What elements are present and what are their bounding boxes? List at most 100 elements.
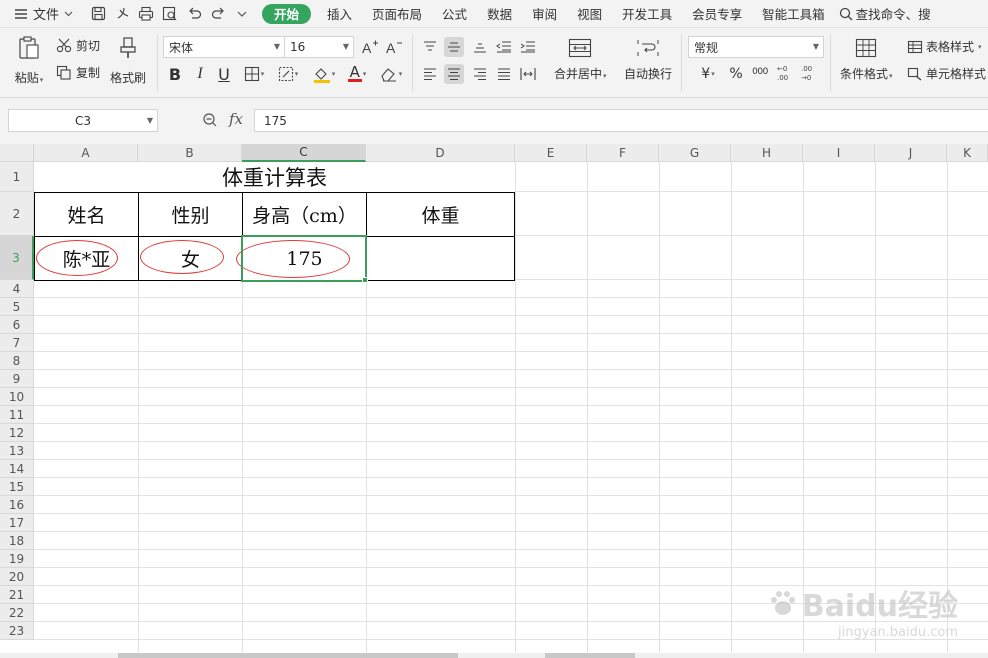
thousands-separator-button[interactable]: 000 bbox=[750, 62, 770, 82]
column-header-f[interactable]: F bbox=[587, 144, 659, 162]
sheet-title-cell[interactable]: 体重计算表 bbox=[34, 162, 515, 192]
underline-button[interactable]: U bbox=[214, 64, 234, 84]
percent-button[interactable]: % bbox=[726, 64, 746, 84]
row-header[interactable]: 12 bbox=[0, 424, 34, 442]
row-header[interactable]: 1 bbox=[0, 162, 34, 192]
tab-smart-toolbox[interactable]: 智能工具箱 bbox=[752, 0, 835, 28]
insert-function-button[interactable]: fx bbox=[229, 110, 243, 128]
tab-insert[interactable]: 插入 bbox=[317, 0, 362, 28]
tab-formulas[interactable]: 公式 bbox=[432, 0, 477, 28]
redo-icon[interactable] bbox=[208, 4, 228, 24]
row-header[interactable]: 18 bbox=[0, 532, 34, 550]
row-header[interactable]: 20 bbox=[0, 568, 34, 586]
scrollbar-thumb[interactable] bbox=[118, 653, 458, 658]
tab-member[interactable]: 会员专享 bbox=[682, 0, 752, 28]
row-header[interactable]: 16 bbox=[0, 496, 34, 514]
decrease-indent-icon[interactable] bbox=[494, 37, 514, 57]
decrease-font-size-icon[interactable]: A bbox=[384, 37, 404, 57]
column-header-d[interactable]: D bbox=[366, 144, 515, 162]
quick-access-more-icon[interactable] bbox=[232, 4, 252, 24]
fill-color-icon[interactable]: ▾ bbox=[309, 64, 339, 84]
column-header-b[interactable]: B bbox=[138, 144, 242, 162]
column-header-c[interactable]: C bbox=[242, 144, 366, 162]
copy-button[interactable]: 复制 bbox=[56, 64, 100, 81]
row-header[interactable]: 6 bbox=[0, 316, 34, 334]
select-all-corner[interactable] bbox=[0, 144, 34, 162]
undo-icon[interactable] bbox=[184, 4, 204, 24]
export-pdf-icon[interactable] bbox=[112, 4, 132, 24]
fill-pattern-icon[interactable]: ▾ bbox=[274, 64, 302, 84]
align-right-icon[interactable] bbox=[470, 64, 490, 84]
justify-icon[interactable] bbox=[494, 64, 514, 84]
paste-button[interactable]: 粘贴▾ bbox=[12, 36, 46, 86]
row-header[interactable]: 23 bbox=[0, 622, 34, 640]
tab-home[interactable]: 开始 bbox=[262, 3, 312, 24]
row-header[interactable]: 4 bbox=[0, 280, 34, 298]
decrease-decimal-icon[interactable]: .00 →0 bbox=[800, 63, 820, 83]
column-header-k[interactable]: K bbox=[947, 144, 988, 162]
tab-view[interactable]: 视图 bbox=[567, 0, 612, 28]
header-cell-gender[interactable]: 性别 bbox=[138, 192, 243, 237]
horizontal-scrollbar[interactable] bbox=[0, 653, 988, 658]
column-header-e[interactable]: E bbox=[515, 144, 587, 162]
cell-style-button[interactable]: 单元格样式 bbox=[907, 65, 986, 82]
row-header[interactable]: 11 bbox=[0, 406, 34, 424]
file-menu[interactable]: 文件 bbox=[0, 0, 86, 28]
format-painter-button[interactable]: 格式刷 bbox=[110, 36, 146, 86]
header-cell-height[interactable]: 身高（cm） bbox=[242, 192, 367, 237]
zoom-formula-icon[interactable] bbox=[202, 112, 218, 128]
row-header[interactable]: 21 bbox=[0, 586, 34, 604]
fill-handle[interactable] bbox=[362, 277, 368, 283]
tab-developer[interactable]: 开发工具 bbox=[612, 0, 682, 28]
row-header[interactable]: 19 bbox=[0, 550, 34, 568]
distributed-align-icon[interactable] bbox=[518, 64, 538, 84]
increase-font-size-icon[interactable]: A bbox=[360, 37, 380, 57]
column-header-h[interactable]: H bbox=[731, 144, 803, 162]
merge-center-button[interactable]: 合并居中▾ bbox=[554, 38, 607, 82]
increase-indent-icon[interactable] bbox=[518, 37, 538, 57]
row-header[interactable]: 13 bbox=[0, 442, 34, 460]
table-style-button[interactable]: 表格样式 ▾ bbox=[907, 38, 982, 55]
column-header-j[interactable]: J bbox=[875, 144, 947, 162]
formula-input[interactable]: 175 bbox=[254, 109, 988, 132]
align-bottom-icon[interactable] bbox=[470, 37, 490, 57]
clear-format-icon[interactable]: ▾ bbox=[376, 64, 406, 84]
command-search[interactable]: 查找命令、搜 bbox=[839, 0, 931, 28]
row-header[interactable]: 10 bbox=[0, 388, 34, 406]
row-header[interactable]: 7 bbox=[0, 334, 34, 352]
tab-page-layout[interactable]: 页面布局 bbox=[362, 0, 432, 28]
row-header[interactable]: 8 bbox=[0, 352, 34, 370]
column-header-i[interactable]: I bbox=[803, 144, 875, 162]
number-format-select[interactable]: 常规 ▼ bbox=[688, 36, 824, 58]
print-preview-icon[interactable] bbox=[160, 4, 180, 24]
spreadsheet-grid[interactable]: A B C D E F G H I J K 1 2 3 4 5 6 7 8 9 … bbox=[0, 144, 988, 658]
align-center-icon[interactable] bbox=[444, 64, 464, 84]
scrollbar-thumb[interactable] bbox=[545, 653, 635, 658]
name-box[interactable]: C3 ▼ bbox=[8, 109, 158, 132]
currency-button[interactable]: ¥ ▾ bbox=[694, 64, 722, 84]
data-cell-weight[interactable] bbox=[366, 236, 515, 281]
row-header[interactable]: 14 bbox=[0, 460, 34, 478]
cut-button[interactable]: 剪切 bbox=[56, 37, 100, 54]
save-icon[interactable] bbox=[88, 4, 108, 24]
align-middle-icon[interactable] bbox=[444, 37, 464, 57]
row-header[interactable]: 5 bbox=[0, 298, 34, 316]
align-left-icon[interactable] bbox=[420, 64, 440, 84]
align-top-icon[interactable] bbox=[420, 37, 440, 57]
print-icon[interactable] bbox=[136, 4, 156, 24]
conditional-format-button[interactable]: 条件格式▾ bbox=[840, 38, 893, 82]
wrap-text-button[interactable]: 自动换行 bbox=[624, 38, 672, 82]
font-size-select[interactable]: 16 ▼ bbox=[284, 36, 354, 58]
row-header[interactable]: 15 bbox=[0, 478, 34, 496]
row-header[interactable]: 17 bbox=[0, 514, 34, 532]
header-cell-name[interactable]: 姓名 bbox=[34, 192, 139, 237]
column-header-a[interactable]: A bbox=[34, 144, 138, 162]
tab-data[interactable]: 数据 bbox=[477, 0, 522, 28]
row-header[interactable]: 3 bbox=[0, 236, 34, 280]
font-name-select[interactable]: 宋体 ▼ bbox=[163, 36, 285, 58]
font-color-button[interactable]: A ▾ bbox=[342, 64, 372, 84]
header-cell-weight[interactable]: 体重 bbox=[366, 192, 515, 237]
column-header-g[interactable]: G bbox=[659, 144, 731, 162]
row-header[interactable]: 2 bbox=[0, 192, 34, 236]
row-header[interactable]: 22 bbox=[0, 604, 34, 622]
